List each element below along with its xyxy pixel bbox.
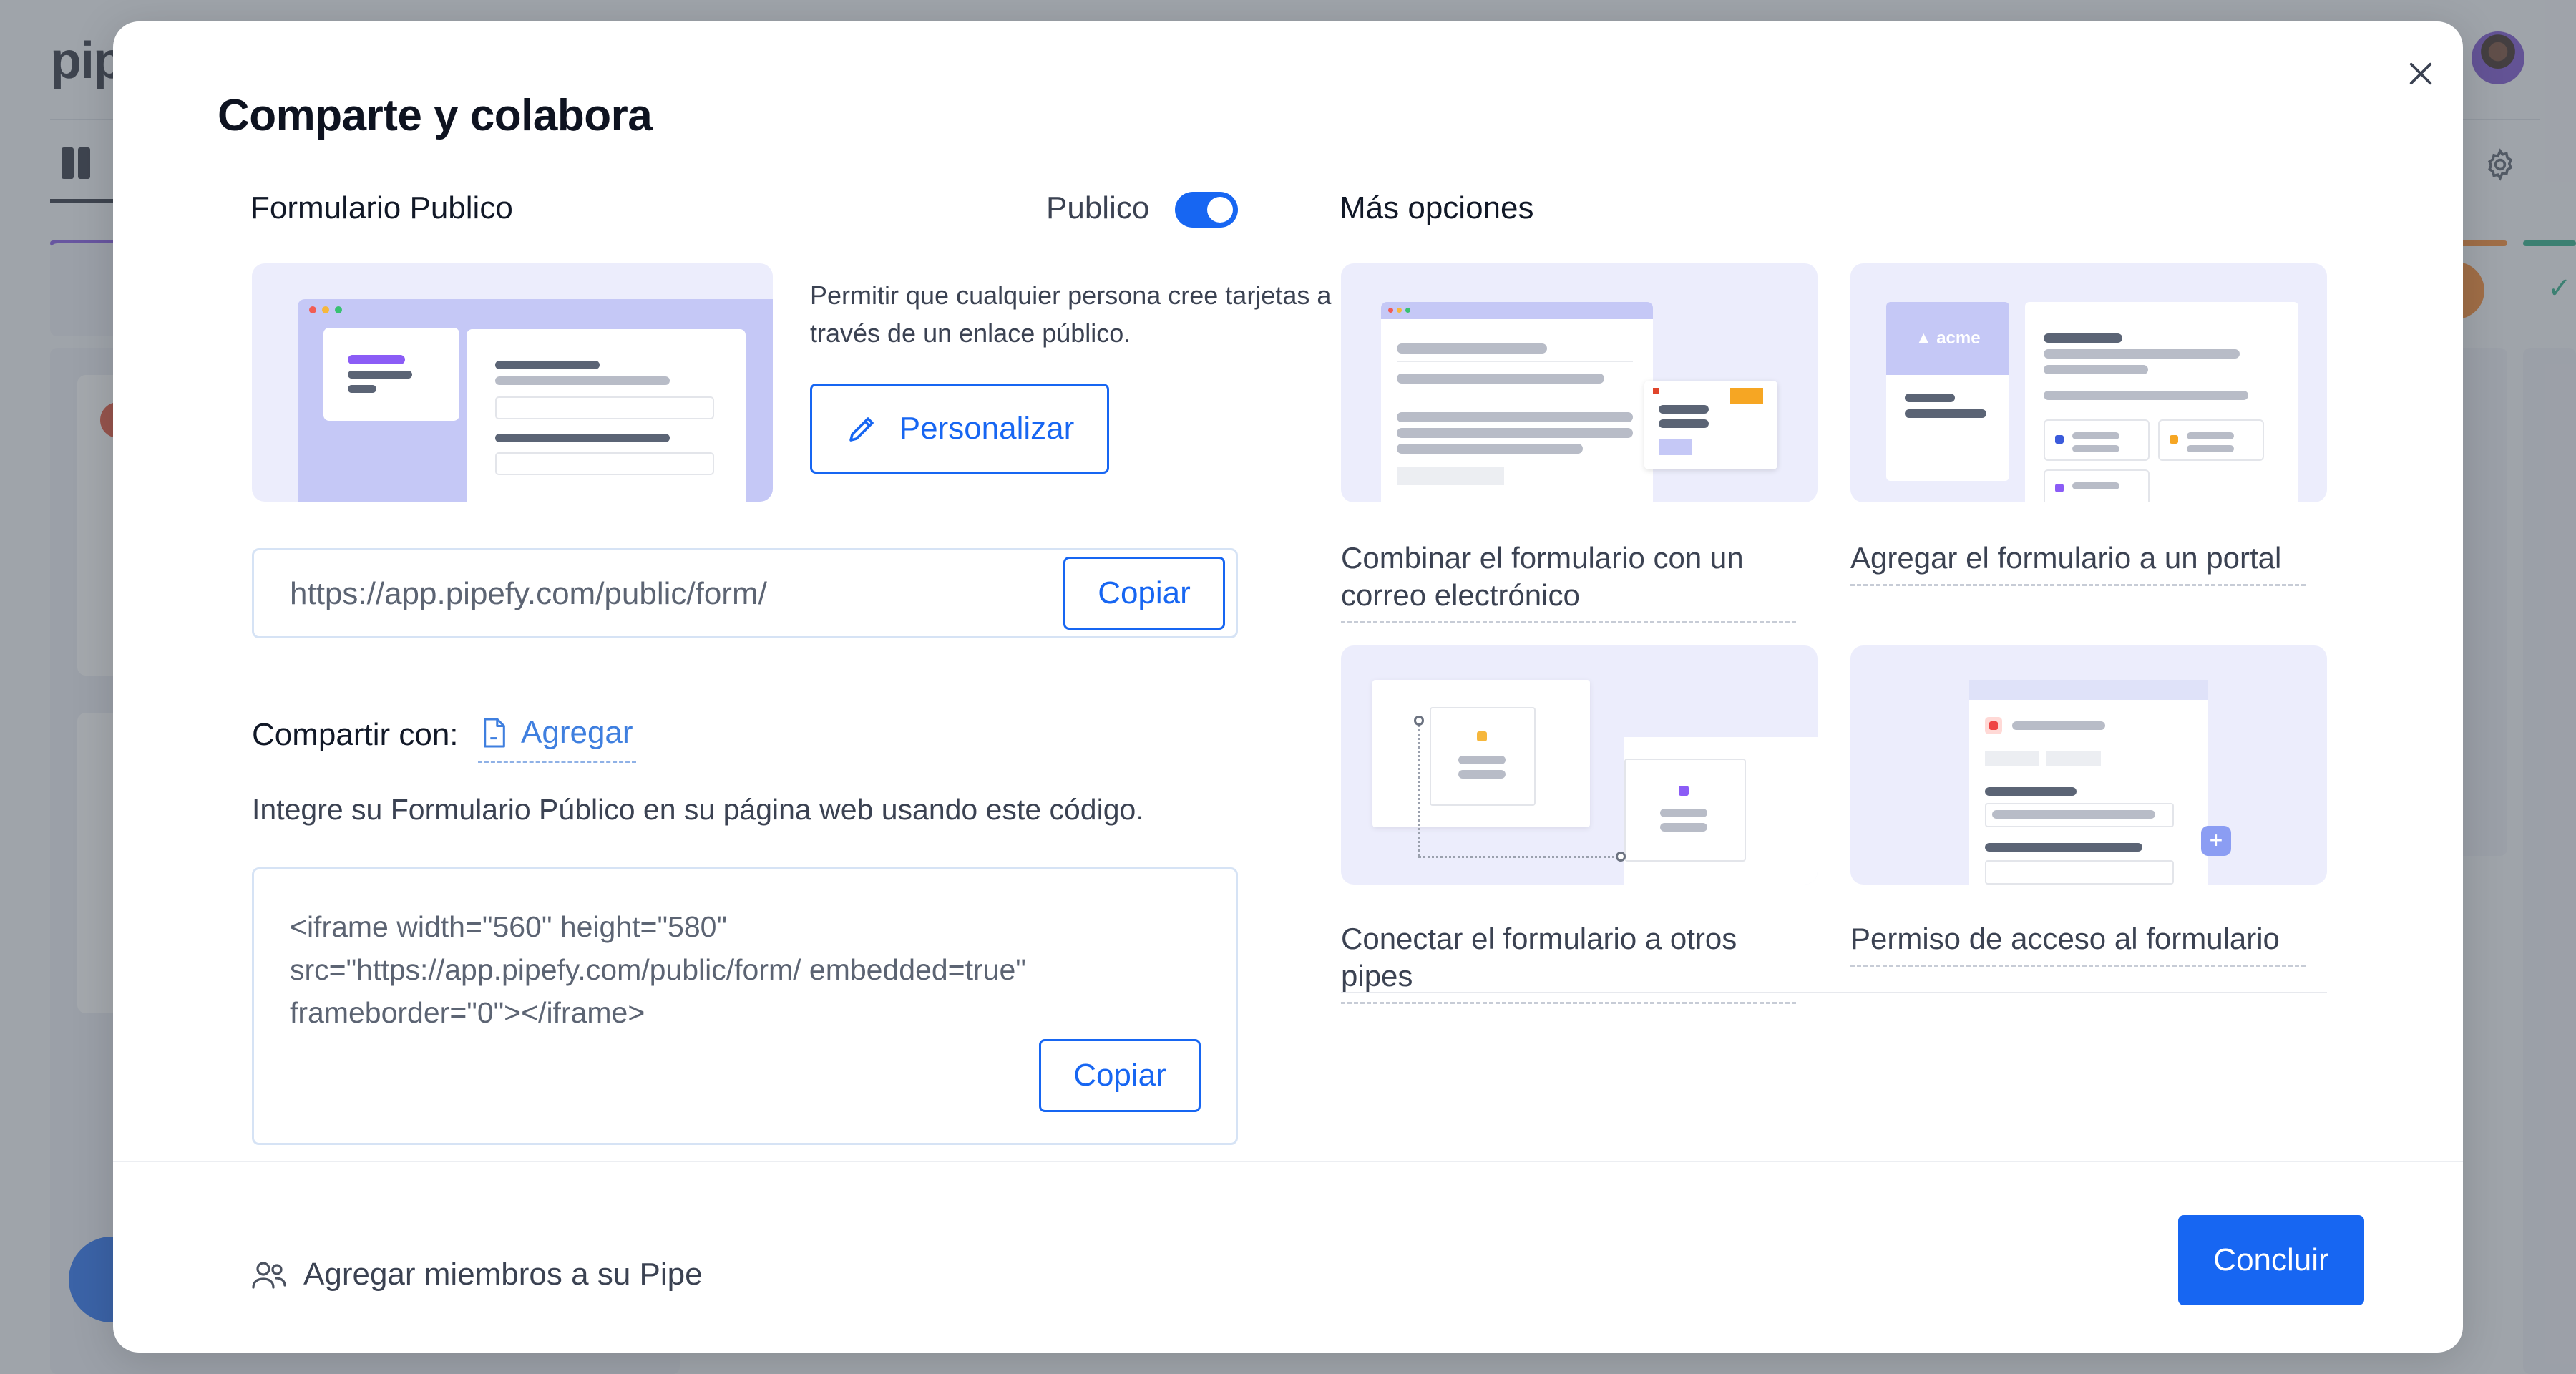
option-portal-card[interactable]: ▲ acme: [1850, 263, 2327, 502]
embed-code-value: <iframe width="560" height="580" src="ht…: [290, 910, 1026, 1029]
toggle-knob: [1207, 197, 1233, 223]
close-icon: [2409, 62, 2432, 85]
public-toggle[interactable]: [1175, 192, 1238, 228]
add-share-link[interactable]: Agregar: [478, 713, 636, 763]
option-connect-card[interactable]: [1341, 645, 1818, 885]
portal-brand: acme: [1936, 328, 1981, 348]
pencil-icon: [849, 417, 874, 442]
users-icon: [252, 1262, 286, 1289]
customize-button[interactable]: Personalizar: [810, 384, 1109, 474]
plus-icon: +: [2201, 826, 2231, 856]
option-email-card[interactable]: [1341, 263, 1818, 502]
add-share-label: Agregar: [521, 714, 633, 750]
modal-title: Comparte y colabora: [218, 91, 653, 140]
close-button[interactable]: [2396, 49, 2446, 99]
done-button[interactable]: Concluir: [2178, 1215, 2364, 1305]
share-with-label: Compartir con:: [252, 717, 459, 752]
public-form-description: Permitir que cualquier persona cree tarj…: [810, 281, 1332, 348]
option-access-card[interactable]: +: [1850, 645, 2327, 885]
option-portal-label[interactable]: Agregar el formulario a un portal: [1850, 540, 2306, 586]
public-url-value: https://app.pipefy.com/public/form/: [290, 576, 767, 611]
embed-description: Integre su Formulario Público en su pági…: [252, 793, 1144, 826]
customize-label: Personalizar: [899, 411, 1075, 446]
public-toggle-label: Publico: [1046, 190, 1150, 225]
public-form-label: Formulario Publico: [250, 190, 513, 225]
add-members-link[interactable]: Agregar miembros a su Pipe: [250, 1257, 703, 1292]
copy-code-button[interactable]: Copiar: [1039, 1039, 1201, 1112]
share-modal: Comparte y colabora Formulario Publico P…: [113, 21, 2463, 1353]
public-form-illustration: [252, 263, 773, 502]
copy-url-button[interactable]: Copiar: [1063, 557, 1225, 630]
option-email-label[interactable]: Combinar el formulario con un correo ele…: [1341, 540, 1796, 623]
more-options-label: Más opciones: [1340, 190, 1534, 225]
document-icon: [484, 717, 505, 748]
footer-divider: [113, 1161, 2463, 1162]
add-members-label: Agregar miembros a su Pipe: [303, 1257, 703, 1292]
option-access-label[interactable]: Permiso de acceso al formulario: [1850, 920, 2306, 967]
bell-icon: ▲: [1915, 328, 1933, 348]
options-divider: [1341, 992, 2327, 993]
